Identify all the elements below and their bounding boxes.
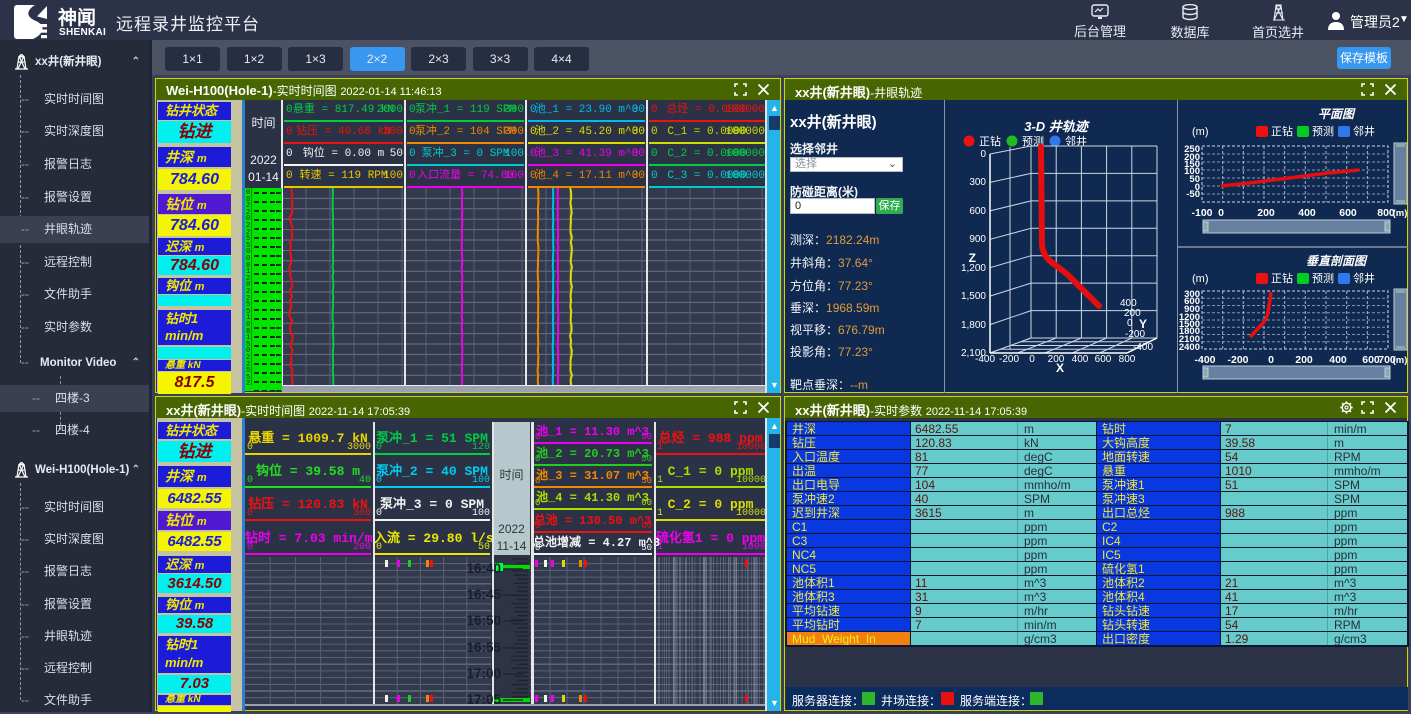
svg-text:-400: -400 (1194, 354, 1215, 366)
svg-text:正钻: 正钻 (979, 134, 1001, 148)
svg-text:200: 200 (1257, 207, 1275, 219)
svg-text:预测: 预测 (1312, 272, 1334, 285)
svg-text:Z: Z (969, 251, 976, 265)
svg-text:(m): (m) (1192, 126, 1209, 138)
svg-text:3-D 井轨迹: 3-D 井轨迹 (1024, 119, 1090, 134)
svg-text:300: 300 (969, 177, 986, 188)
svg-text:(m): (m) (1393, 355, 1408, 366)
svg-text:600: 600 (1095, 354, 1112, 365)
svg-text:1,500: 1,500 (961, 291, 986, 302)
svg-text:900: 900 (969, 234, 986, 245)
svg-text:400: 400 (1072, 354, 1089, 365)
svg-text:0: 0 (1029, 354, 1035, 365)
svg-text:-200: -200 (1227, 354, 1248, 366)
svg-text:-50: -50 (1186, 189, 1200, 200)
svg-text:-100: -100 (1191, 207, 1212, 219)
svg-text:0: 0 (1127, 318, 1133, 329)
svg-text:-200: -200 (999, 354, 1019, 365)
svg-text:-400: -400 (975, 354, 995, 365)
svg-text:邻井: 邻井 (1353, 124, 1375, 138)
svg-text:0: 0 (980, 149, 986, 160)
svg-text:400: 400 (1329, 354, 1347, 366)
svg-text:(m): (m) (1192, 273, 1209, 285)
svg-text:X: X (1056, 361, 1064, 375)
svg-text:1,800: 1,800 (961, 320, 986, 331)
svg-text:0: 0 (1218, 207, 1224, 219)
svg-text:正钻: 正钻 (1271, 124, 1293, 138)
svg-text:邻井: 邻井 (1353, 271, 1375, 285)
svg-text:平面图: 平面图 (1318, 107, 1356, 121)
svg-text:Y: Y (1139, 317, 1147, 331)
svg-text:正钻: 正钻 (1271, 271, 1293, 285)
svg-text:(m): (m) (1393, 208, 1408, 219)
svg-text:2: 2 (246, 380, 250, 388)
svg-text:400: 400 (1298, 207, 1316, 219)
svg-text:0: 0 (1268, 354, 1274, 366)
svg-text:200: 200 (1295, 354, 1313, 366)
svg-text:800: 800 (1119, 354, 1136, 365)
svg-text:600: 600 (969, 206, 986, 217)
svg-text:预测: 预测 (1312, 125, 1334, 138)
svg-text:-400: -400 (1133, 342, 1153, 353)
svg-text:2400: 2400 (1179, 342, 1200, 353)
svg-text:垂直剖面图: 垂直剖面图 (1306, 254, 1368, 268)
svg-text:600: 600 (1339, 207, 1357, 219)
